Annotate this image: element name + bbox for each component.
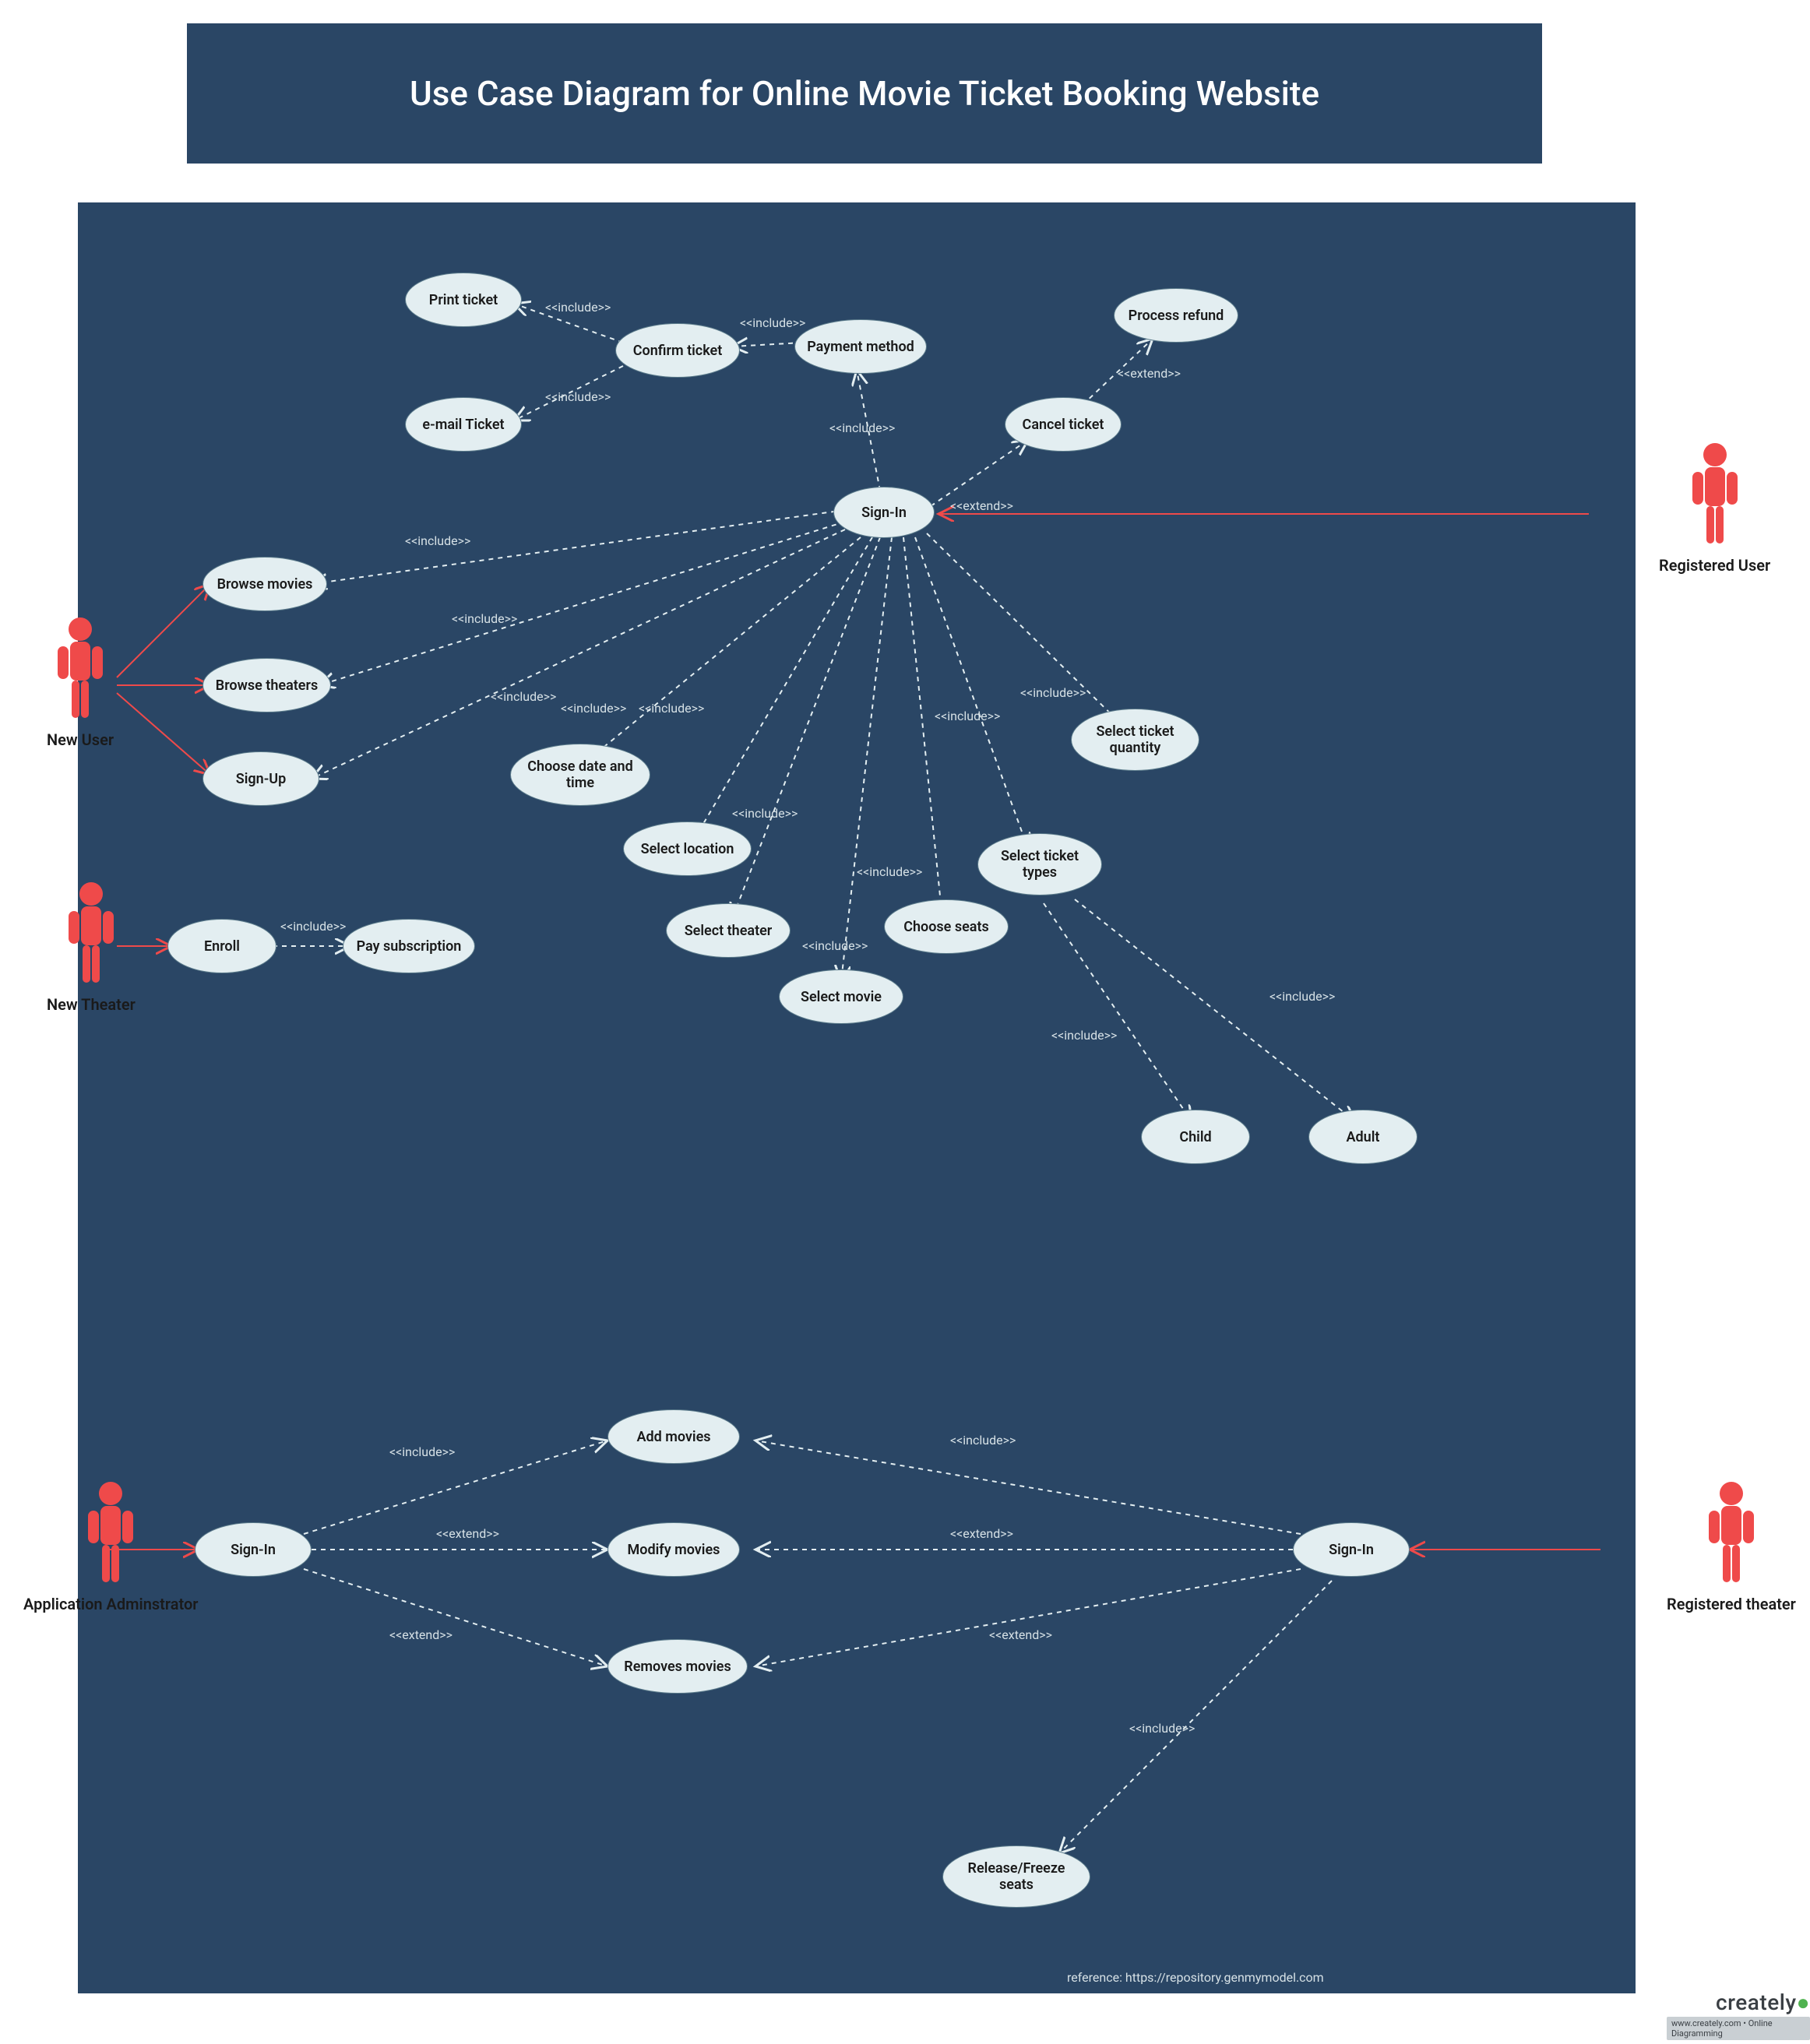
edge-include: <<include>> [639,701,704,716]
person-icon [83,1479,138,1588]
edge-extend: <<extend>> [389,1627,452,1642]
usecase-browse-theaters: Browse theaters [202,658,331,712]
usecase-cancel-ticket: Cancel ticket [1005,397,1122,452]
edge-extend: <<extend>> [436,1526,499,1541]
usecase-payment-method: Payment method [794,319,927,374]
usecase-removes-movies: Removes movies [607,1639,748,1694]
edge-extend: <<extend>> [950,498,1013,513]
edge-extend: <<extend>> [1118,366,1181,381]
usecase-add-movies: Add movies [607,1409,740,1464]
person-icon [64,880,118,989]
usecase-sign-in-top: Sign-In [833,487,935,538]
edge-include: <<include>> [935,709,1000,723]
usecase-sign-in-right: Sign-In [1293,1522,1410,1577]
edge-include: <<include>> [545,389,611,404]
edge-include: <<include>> [802,938,868,953]
usecase-enroll: Enroll [167,919,276,973]
diagram-canvas: Print ticket Confirm ticket Payment meth… [78,202,1636,1993]
usecase-sign-up: Sign-Up [202,751,319,806]
actor-label: Registered theater [1667,1595,1796,1613]
actor-label: Application Adminstrator [23,1595,198,1613]
usecase-select-movie: Select movie [779,969,903,1024]
usecase-sign-in-left: Sign-In [195,1522,312,1577]
usecase-select-ticket-types: Select ticket types [977,833,1102,895]
usecase-select-location: Select location [623,821,752,876]
edge-include: <<include>> [1020,685,1086,700]
edge-include: <<include>> [857,864,922,879]
brand-tagline: www.creately.com • Online Diagramming [1667,2017,1810,2040]
usecase-release-freeze: Release/Freeze seats [942,1845,1090,1908]
edge-include: <<include>> [740,315,805,330]
usecase-pay-subscription: Pay subscription [343,919,475,973]
usecase-select-theater: Select theater [666,903,791,958]
edge-extend: <<extend>> [950,1526,1013,1541]
actor-label: New User [47,730,114,749]
actor-label: New Theater [47,995,136,1014]
actor-app-admin: Application Adminstrator [23,1479,198,1613]
person-icon [1688,441,1742,550]
connections-layer [78,202,1636,1993]
person-icon [1704,1479,1759,1588]
actor-registered-theater: Registered theater [1667,1479,1796,1613]
brand-logo: creately● [1716,1989,1810,2015]
person-icon [53,615,107,724]
usecase-print-ticket: Print ticket [405,273,522,327]
usecase-select-ticket-qty: Select ticket quantity [1071,709,1199,771]
usecase-confirm-ticket: Confirm ticket [615,323,740,378]
usecase-browse-movies: Browse movies [202,557,327,611]
usecase-email-ticket: e-mail Ticket [405,397,522,452]
page-title: Use Case Diagram for Online Movie Ticket… [410,73,1319,114]
actor-label: Registered User [1659,556,1770,575]
creately-badge: creately● www.creately.com • Online Diag… [1667,1989,1810,2040]
edge-include: <<include>> [1051,1028,1117,1043]
edge-include: <<include>> [1269,989,1335,1004]
edge-include: <<include>> [950,1433,1016,1448]
usecase-child: Child [1141,1110,1250,1164]
edge-include: <<include>> [405,533,470,548]
edge-include: <<include>> [829,420,895,435]
actor-new-user: New User [47,615,114,749]
edge-include: <<include>> [1129,1721,1195,1736]
usecase-choose-date-time: Choose date and time [510,744,650,806]
edge-include: <<include>> [732,806,798,821]
edge-include: <<include>> [452,611,517,626]
edge-extend: <<extend>> [989,1627,1052,1642]
title-bar: Use Case Diagram for Online Movie Ticket… [187,23,1542,164]
edge-include: <<include>> [389,1444,455,1459]
usecase-adult: Adult [1308,1110,1417,1164]
edge-include: <<include>> [561,701,626,716]
actor-registered-user: Registered User [1659,441,1770,575]
usecase-modify-movies: Modify movies [607,1522,740,1577]
edge-include: <<include>> [491,689,556,704]
actor-new-theater: New Theater [47,880,136,1014]
edge-include: <<include>> [545,300,611,315]
usecase-process-refund: Process refund [1114,288,1238,343]
edge-include: <<include>> [280,919,346,934]
usecase-choose-seats: Choose seats [884,899,1009,954]
reference-text: reference: https://repository.genmymodel… [1067,1970,1324,1985]
